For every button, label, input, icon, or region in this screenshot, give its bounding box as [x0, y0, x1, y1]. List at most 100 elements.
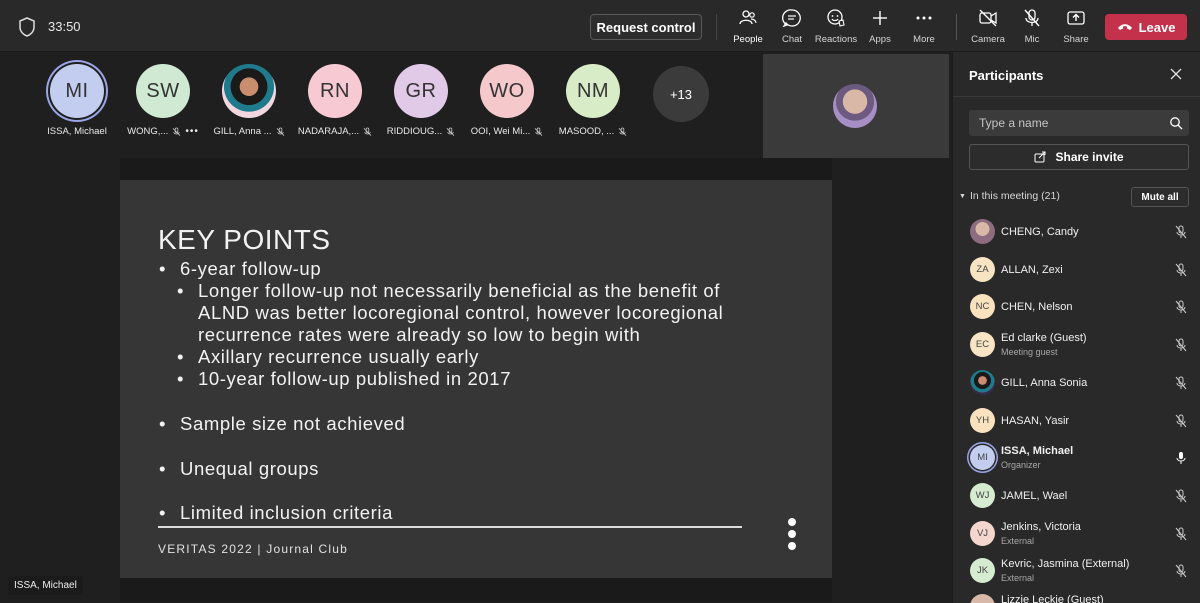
mic-off-icon: [446, 127, 455, 136]
slide-sub-bullet: 10-year follow-up published in 2017: [177, 368, 511, 390]
participant-name: RIDDIOUG...: [386, 126, 443, 137]
avatar: EC: [970, 332, 995, 357]
slide-bullet: 6-year follow-up: [159, 258, 321, 280]
people-button[interactable]: People: [723, 8, 773, 56]
participant-name: GILL, Anna Sonia: [1001, 377, 1088, 389]
participant-row[interactable]: YH HASAN, Yasir: [953, 402, 1200, 439]
avatar: GR: [394, 64, 448, 118]
participant-role: Meeting guest: [1001, 347, 1058, 357]
self-video-face: [833, 84, 877, 128]
mic-off-icon[interactable]: [1174, 263, 1188, 277]
more-participants-button[interactable]: +13: [653, 66, 709, 122]
mic-off-icon: [618, 127, 627, 136]
in-meeting-toggle[interactable]: ▼ In this meeting (21): [959, 190, 1060, 202]
mic-off-icon[interactable]: [1174, 527, 1188, 541]
share-invite-icon: [1034, 151, 1046, 163]
more-options-icon[interactable]: •••: [185, 126, 199, 137]
share-invite-label: Share invite: [1055, 150, 1124, 164]
avatar: RN: [308, 64, 362, 118]
participant-name: CHENG, Candy: [1001, 226, 1079, 238]
toolbar-divider: [716, 14, 717, 40]
mic-off-icon[interactable]: [1174, 225, 1188, 239]
slide-text-line: ALND was better locoregional control, ho…: [198, 302, 724, 323]
camera-label: Camera: [971, 34, 1005, 45]
participant-tile[interactable]: RN NADARAJA,...: [293, 64, 377, 146]
mic-off-icon: [276, 127, 284, 136]
reactions-icon: [827, 9, 845, 27]
close-icon[interactable]: [1169, 67, 1183, 81]
participant-name: WONG,...: [127, 126, 169, 137]
self-video-preview[interactable]: [763, 54, 949, 158]
slide-text-line: recurrence rates were already so low to …: [198, 324, 641, 345]
participant-name: OOI, Wei Mi...: [470, 126, 531, 137]
request-control-button[interactable]: Request control: [590, 14, 702, 40]
search-icon[interactable]: [1169, 116, 1183, 130]
apps-label: Apps: [869, 34, 891, 45]
leave-label: Leave: [1138, 19, 1176, 35]
mic-on-icon[interactable]: [1174, 451, 1188, 465]
mic-off-icon[interactable]: [1174, 376, 1188, 390]
in-meeting-label: In this meeting (21): [969, 190, 1060, 202]
meeting-stage: MI ISSA, Michael SW WONG,... ••• GILL, A…: [0, 52, 952, 603]
share-invite-button[interactable]: Share invite: [969, 144, 1189, 170]
avatar: JK: [970, 558, 995, 583]
share-button[interactable]: Share: [1051, 8, 1101, 48]
participant-name: ALLAN, Zexi: [1001, 264, 1063, 276]
participant-name: NADARAJA,...: [297, 126, 360, 137]
reactions-button[interactable]: Reactions: [811, 8, 861, 48]
participant-role: Organizer: [1001, 460, 1041, 470]
participant-row[interactable]: GILL, Anna Sonia: [953, 364, 1200, 401]
participant-tile[interactable]: WO OOI, Wei Mi...: [465, 64, 549, 146]
slide-divider: [158, 526, 742, 528]
participant-row[interactable]: Lizzie Leckie (Guest): [953, 588, 1200, 603]
participant-row[interactable]: MI ISSA, Michael Organizer: [953, 439, 1200, 476]
avatar-photo: [970, 219, 995, 244]
mic-off-icon: [363, 127, 372, 136]
avatar: WO: [480, 64, 534, 118]
mic-off-icon[interactable]: [1174, 564, 1188, 578]
participant-name: ISSA, Michael: [1001, 445, 1074, 457]
participant-row[interactable]: ZA ALLAN, Zexi: [953, 251, 1200, 288]
slide-sub-bullet: Longer follow-up not necessarily benefic…: [177, 280, 720, 302]
participant-row[interactable]: VJ Jenkins, Victoria External: [953, 515, 1200, 552]
participant-tile[interactable]: NM MASOOD, ...: [551, 64, 635, 146]
participant-name: ISSA, Michael: [47, 126, 107, 137]
mic-off-icon[interactable]: [1174, 338, 1188, 352]
presentation-slide: KEY POINTS 6-year follow-up Longer follo…: [120, 180, 832, 578]
participant-strip: MI ISSA, Michael SW WONG,... ••• GILL, A…: [0, 52, 760, 156]
more-button[interactable]: More: [899, 8, 949, 48]
participant-tile[interactable]: SW WONG,... •••: [121, 64, 205, 146]
leave-button[interactable]: Leave: [1105, 14, 1187, 40]
slide-footer: VERITAS 2022 | Journal Club: [158, 542, 349, 556]
participant-row[interactable]: JK Kevric, Jasmina (External) External: [953, 552, 1200, 589]
participant-row[interactable]: EC Ed clarke (Guest) Meeting guest: [953, 326, 1200, 363]
share-icon: [1067, 11, 1085, 25]
search-input[interactable]: [969, 110, 1189, 136]
mic-off-icon: [172, 127, 181, 136]
reactions-label: Reactions: [814, 34, 858, 45]
participant-name: Jenkins, Victoria: [1001, 521, 1081, 533]
participant-row[interactable]: NC CHEN, Nelson: [953, 288, 1200, 325]
participant-row[interactable]: CHENG, Candy: [953, 213, 1200, 250]
chat-button[interactable]: Chat: [767, 8, 817, 48]
shield-icon[interactable]: [18, 17, 36, 37]
avatar-photo: [970, 594, 995, 603]
camera-button[interactable]: Camera: [963, 8, 1013, 48]
participant-name: Ed clarke (Guest): [1001, 332, 1087, 344]
participant-name: MASOOD, ...: [558, 126, 615, 137]
mic-off-icon[interactable]: [1174, 300, 1188, 314]
slide-menu-icon[interactable]: [786, 518, 798, 552]
avatar: WJ: [970, 483, 995, 508]
participant-tile[interactable]: GILL, Anna ...: [207, 64, 291, 146]
panel-title: Participants: [969, 68, 1044, 83]
participant-tile[interactable]: MI ISSA, Michael: [35, 64, 119, 146]
participant-name: Kevric, Jasmina (External): [1001, 558, 1130, 570]
participant-tile[interactable]: GR RIDDIOUG...: [379, 64, 463, 146]
mic-button[interactable]: Mic: [1007, 8, 1057, 48]
apps-button[interactable]: Apps: [855, 8, 905, 48]
mute-all-button[interactable]: Mute all: [1131, 187, 1189, 207]
mic-off-icon[interactable]: [1174, 489, 1188, 503]
mic-off-icon[interactable]: [1174, 414, 1188, 428]
meeting-timer: 33:50: [48, 19, 81, 34]
participant-row[interactable]: WJ JAMEL, Wael: [953, 477, 1200, 514]
